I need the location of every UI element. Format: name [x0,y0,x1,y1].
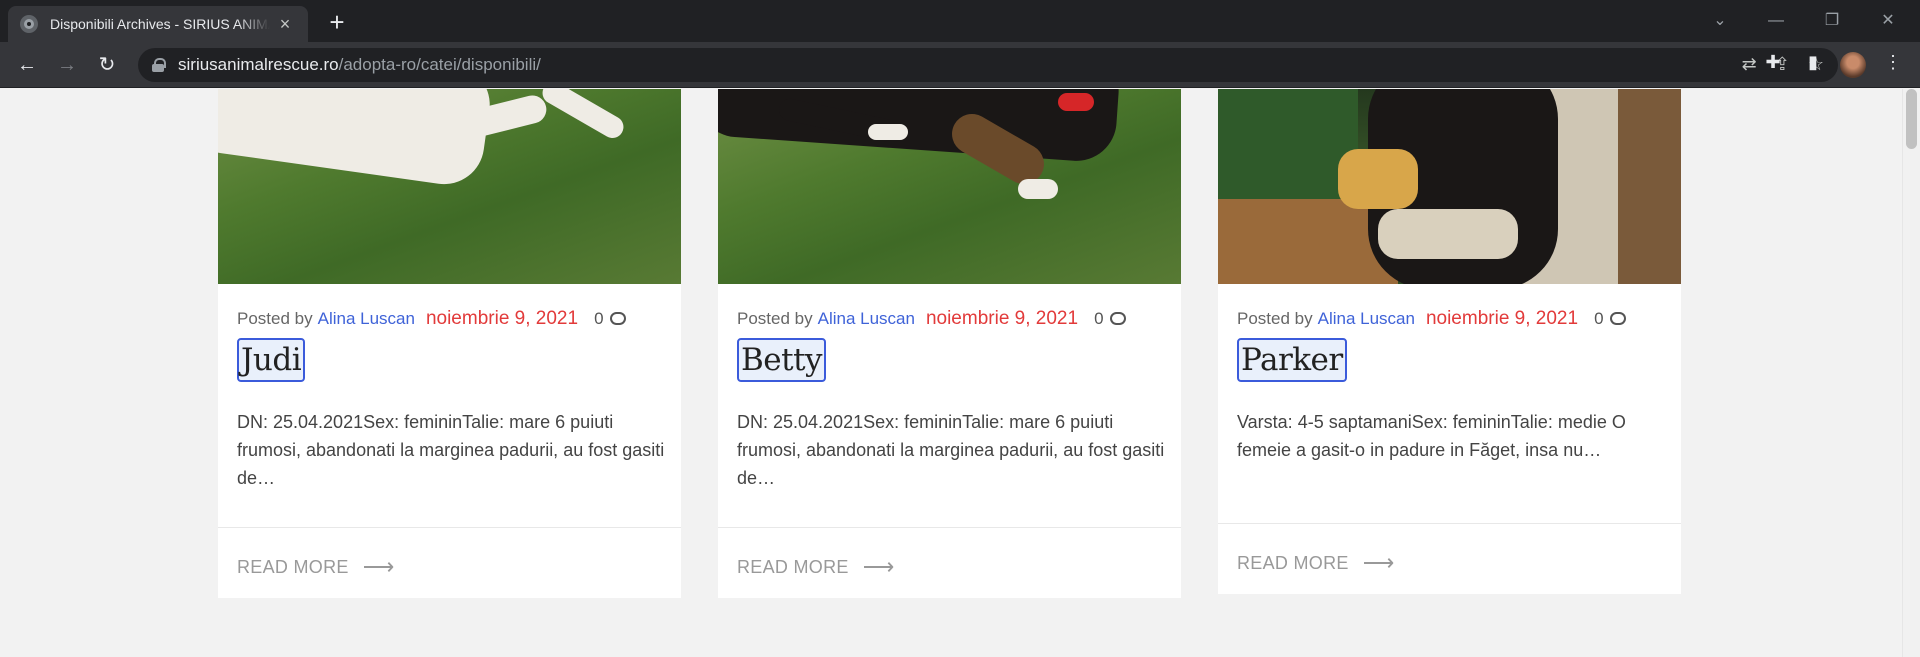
post-date[interactable]: noiembrie 9, 2021 [926,308,1078,330]
new-tab-button[interactable]: + [322,8,352,38]
forward-icon[interactable]: → [52,50,82,80]
page-scrollbar[interactable] [1902,89,1920,657]
arrow-right-icon: ⟶ [1362,550,1395,575]
comment-count[interactable]: 0 [594,309,603,329]
posted-by-label: Posted by [1237,309,1313,328]
post-excerpt: DN: 25.04.2021Sex: femininTalie: mare 6 … [237,412,665,488]
author-link[interactable]: Alina Luscan [318,309,415,329]
comment-icon[interactable] [609,312,626,325]
url-path: /adopta-ro/catei/disponibili/ [338,55,541,74]
comment-icon[interactable] [1609,312,1626,325]
read-more-link[interactable]: READ MORE ⟶ [1237,550,1395,576]
address-bar[interactable]: siriusanimalrescue.ro/adopta-ro/catei/di… [138,48,1838,82]
post-card: Posted by Alina Luscan noiembrie 9, 2021… [218,89,681,598]
read-more-link[interactable]: READ MORE ⟶ [237,554,395,580]
post-date[interactable]: noiembrie 9, 2021 [426,308,578,330]
post-excerpt: Varsta: 4-5 saptamaniSex: femininTalie: … [1237,412,1626,460]
author-link[interactable]: Alina Luscan [818,309,915,329]
scrollbar-thumb[interactable] [1906,89,1917,149]
post-title[interactable]: Betty [737,338,827,382]
read-more-label: READ MORE [737,556,849,577]
post-card: Posted by Alina Luscan noiembrie 9, 2021… [718,89,1181,598]
arrow-right-icon: ⟶ [862,554,895,579]
post-image-black-dog-on-grass[interactable] [718,89,1181,284]
site-favicon-icon [20,15,38,33]
comment-count[interactable]: 0 [1594,309,1603,329]
menu-kebab-icon[interactable]: ⋮ [1880,52,1906,73]
post-excerpt: DN: 25.04.2021Sex: femininTalie: mare 6 … [737,412,1165,488]
back-icon[interactable]: ← [12,50,42,80]
read-more-label: READ MORE [237,556,349,577]
extensions-puzzle-icon[interactable]: ✚ [1760,52,1786,73]
post-image-puppy-held-in-arms[interactable] [1218,89,1681,284]
card-divider [718,527,1181,528]
card-divider [218,527,681,528]
browser-tab[interactable]: Disponibili Archives - SIRIUS ANIMAL × [8,6,308,42]
browser-toolbar: ← → ↻ siriusanimalrescue.ro/adopta-ro/ca… [0,42,1920,88]
tab-title: Disponibili Archives - SIRIUS ANIMAL [50,16,270,32]
post-card: Posted by Alina Luscan noiembrie 9, 2021… [1218,89,1681,594]
author-link[interactable]: Alina Luscan [1318,309,1415,329]
arrow-right-icon: ⟶ [362,554,395,579]
page-viewport: Posted by Alina Luscan noiembrie 9, 2021… [0,89,1920,657]
translate-icon[interactable]: ⇄ [1742,54,1757,75]
comment-icon[interactable] [1109,312,1126,325]
side-panel-icon[interactable]: ▮ [1800,52,1826,73]
minimize-button[interactable]: — [1756,8,1796,34]
posted-by-label: Posted by [737,309,813,328]
comment-count[interactable]: 0 [1094,309,1103,329]
profile-avatar[interactable] [1840,52,1866,78]
card-divider [1218,523,1681,524]
url-host: siriusanimalrescue.ro [178,55,339,74]
post-date[interactable]: noiembrie 9, 2021 [1426,308,1578,330]
posted-by-label: Posted by [237,309,313,328]
browser-tab-bar: Disponibili Archives - SIRIUS ANIMAL × +… [0,0,1920,42]
tab-search-icon[interactable]: ⌄ [1700,8,1740,34]
tab-close-icon[interactable]: × [274,14,296,35]
lock-icon[interactable] [152,58,166,72]
post-title[interactable]: Parker [1237,338,1347,382]
restore-button[interactable]: ❐ [1812,8,1852,34]
read-more-link[interactable]: READ MORE ⟶ [737,554,895,580]
post-title[interactable]: Judi [237,338,306,382]
post-image-white-dog-on-grass[interactable] [218,89,681,284]
reload-icon[interactable]: ↻ [92,50,122,80]
close-window-button[interactable]: ✕ [1868,8,1908,34]
read-more-label: READ MORE [1237,552,1349,573]
